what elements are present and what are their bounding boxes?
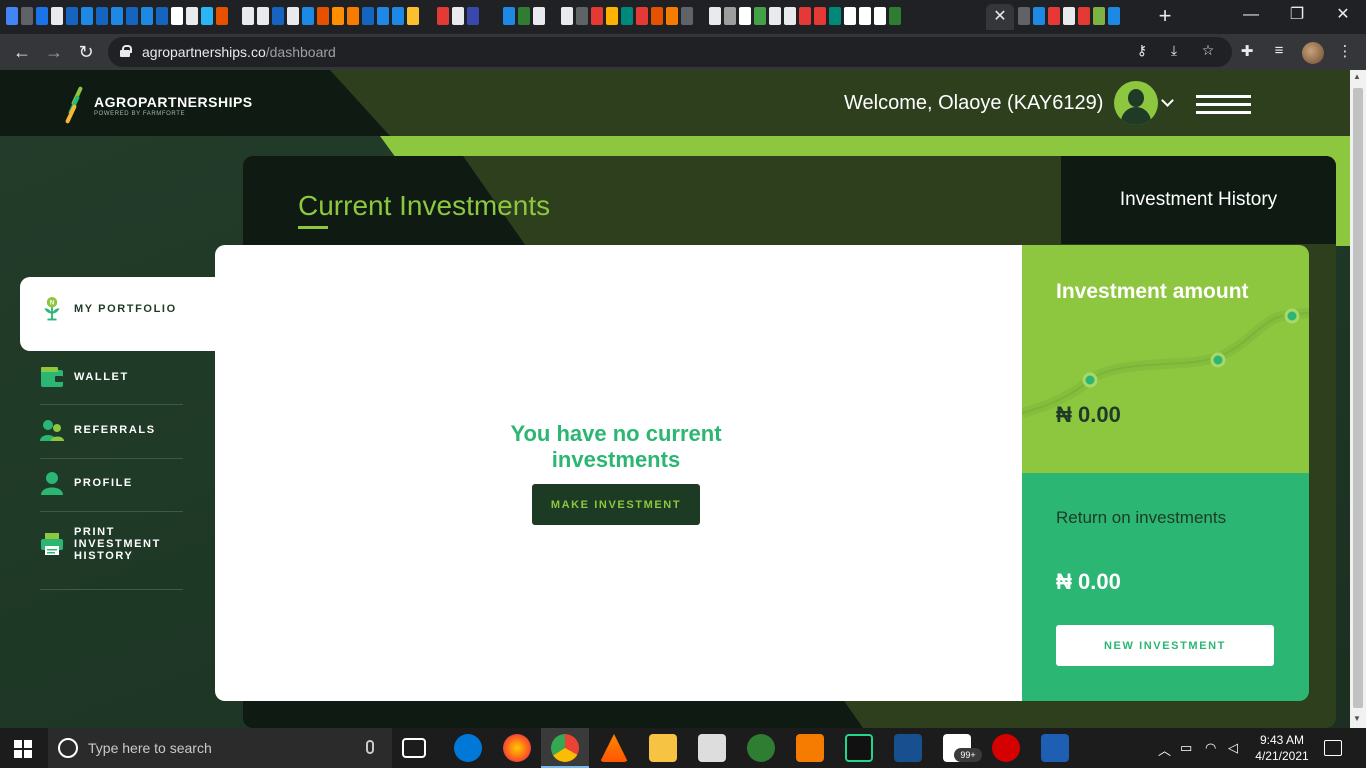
investment-amount-value: ₦ 0.00	[1056, 402, 1121, 427]
investments-panel: You have no current investments MAKE INV…	[215, 245, 1023, 701]
return-label: Return on investments	[1056, 508, 1227, 527]
notification-badge: 99+	[954, 748, 982, 762]
clock-date: 4/21/2021	[1255, 749, 1309, 763]
logo-tagline: POWERED BY FARMFORTE	[94, 110, 186, 117]
investment-amount-panel: Investment amount ₦ 0.00	[1022, 245, 1309, 473]
file-explorer-icon[interactable]	[649, 734, 677, 762]
trend-point	[1082, 372, 1098, 388]
return-panel: Return on investments ₦ 0.00 NEW INVESTM…	[1022, 473, 1309, 701]
action-center-icon[interactable]	[1324, 740, 1342, 756]
person-icon	[41, 472, 63, 495]
scrollbar-thumb[interactable]	[1353, 88, 1363, 708]
empty-state-message: You have no current investments	[510, 421, 722, 472]
hamburger-icon[interactable]	[1196, 95, 1251, 114]
word-icon[interactable]	[1041, 734, 1069, 762]
more-tab-icons[interactable]	[1018, 7, 1120, 25]
sidebar-item-label: PROFILE	[74, 477, 133, 489]
pinned-tab-icons[interactable]	[6, 7, 901, 25]
wifi-icon[interactable]: ◠	[1205, 740, 1216, 756]
sidebar-divider	[40, 589, 183, 590]
make-investment-button[interactable]: MAKE INVESTMENT	[532, 484, 700, 525]
url-host: agropartnerships.co	[142, 44, 266, 60]
media-queue-icon[interactable]: ≡	[1268, 42, 1290, 59]
task-view-icon[interactable]	[402, 738, 426, 758]
sidebar-item-label: MY PORTFOLIO	[74, 303, 177, 315]
chrome-icon[interactable]	[551, 734, 579, 762]
svg-text:N: N	[50, 301, 54, 307]
browser-toolbar: ← → ↻ agropartnerships.co/dashboard ⚷ ⤓ …	[0, 34, 1366, 70]
sidebar-divider	[40, 458, 183, 459]
restore-button[interactable]: ❐	[1274, 0, 1320, 32]
forward-button[interactable]: →	[40, 38, 68, 66]
taskbar-search[interactable]: Type here to search	[48, 728, 392, 768]
microphone-icon[interactable]	[366, 740, 374, 754]
address-bar[interactable]: agropartnerships.co/dashboard ⚷ ⤓ ☆	[108, 37, 1232, 67]
opera-icon[interactable]	[992, 734, 1020, 762]
page-title[interactable]: Current Investments	[298, 190, 550, 222]
trend-point	[1210, 352, 1226, 368]
sidebar-item-my-portfolio[interactable]: N MY PORTFOLIO	[20, 277, 216, 351]
sidebar-item-label: WALLET	[74, 371, 129, 383]
tab-investment-history[interactable]: Investment History	[1061, 156, 1336, 244]
page-scrollbar[interactable]: ▲ ▼	[1350, 70, 1366, 728]
store-icon[interactable]	[698, 734, 726, 762]
reload-button[interactable]: ↻	[72, 38, 100, 66]
plant-icon: N	[44, 297, 60, 321]
user-avatar-icon[interactable]	[1114, 81, 1158, 125]
browser-menu-icon[interactable]: ⋮	[1334, 42, 1356, 60]
edge-icon[interactable]	[454, 734, 482, 762]
firefox-icon[interactable]	[503, 734, 531, 762]
sidebar-item-wallet[interactable]: WALLET	[40, 365, 129, 389]
windows-taskbar: Type here to search 99+ ︿ ▭ ◠ ◁ 9:43 AM …	[0, 728, 1366, 768]
users-icon	[40, 420, 64, 441]
trend-point	[1284, 308, 1300, 324]
search-icon	[58, 738, 78, 758]
show-hidden-icons[interactable]: ︿	[1158, 740, 1171, 759]
profile-avatar[interactable]	[1302, 42, 1324, 64]
pen-app-icon[interactable]	[747, 734, 775, 762]
sidebar-item-profile[interactable]: PROFILE	[40, 471, 133, 495]
sidebar-item-label: PRINT INVESTMENT HISTORY	[74, 526, 161, 562]
sidebar-item-referrals[interactable]: REFERRALS	[40, 418, 156, 442]
site-logo[interactable]: AGROPARTNERSHIPS POWERED BY FARMFORTE	[64, 86, 253, 124]
extensions-icon[interactable]: ✚	[1236, 42, 1258, 60]
network-app-icon[interactable]	[894, 734, 922, 762]
install-icon[interactable]: ⤓	[1164, 42, 1184, 59]
sidebar-divider	[40, 511, 183, 512]
browser-tab-strip: ✕ + — ❐ ✕	[0, 0, 1366, 34]
close-window-button[interactable]: ✕	[1320, 0, 1366, 32]
title-underline	[298, 226, 328, 229]
vlc-icon[interactable]	[600, 734, 628, 762]
back-button[interactable]: ←	[8, 38, 36, 66]
welcome-text: Welcome, Olaoye (KAY6129)	[844, 92, 1104, 114]
clock-time: 9:43 AM	[1259, 733, 1305, 747]
sidebar-divider	[40, 404, 183, 405]
search-placeholder: Type here to search	[88, 740, 212, 756]
pycharm-icon[interactable]	[845, 734, 873, 762]
url-text[interactable]: agropartnerships.co/dashboard	[142, 44, 336, 60]
battery-icon[interactable]: ▭	[1180, 740, 1192, 756]
new-investment-button[interactable]: NEW INVESTMENT	[1056, 625, 1274, 666]
windows-start-icon[interactable]	[14, 740, 32, 758]
url-path: /dashboard	[265, 44, 336, 60]
wallet-icon	[41, 367, 63, 387]
printer-icon	[41, 533, 63, 555]
volume-icon[interactable]: ◁	[1228, 740, 1238, 756]
bookmark-star-icon[interactable]: ☆	[1198, 42, 1218, 59]
logo-title: AGROPARTNERSHIPS	[94, 93, 253, 110]
new-tab-button[interactable]: +	[1152, 4, 1178, 30]
xampp-icon[interactable]	[796, 734, 824, 762]
sidebar-item-label: REFERRALS	[74, 424, 156, 436]
return-value: ₦ 0.00	[1056, 569, 1121, 594]
page-viewport: AGROPARTNERSHIPS POWERED BY FARMFORTE We…	[0, 70, 1350, 728]
lock-icon[interactable]	[120, 45, 132, 57]
logo-leaf-icon	[64, 86, 88, 124]
minimize-button[interactable]: —	[1228, 0, 1274, 32]
close-tab-icon[interactable]: ✕	[986, 4, 1014, 30]
key-icon[interactable]: ⚷	[1132, 42, 1152, 59]
investment-amount-label: Investment amount	[1056, 280, 1249, 303]
taskbar-clock[interactable]: 9:43 AM 4/21/2021	[1246, 732, 1318, 764]
sidebar-item-print-history[interactable]: PRINT INVESTMENT HISTORY	[40, 526, 184, 562]
